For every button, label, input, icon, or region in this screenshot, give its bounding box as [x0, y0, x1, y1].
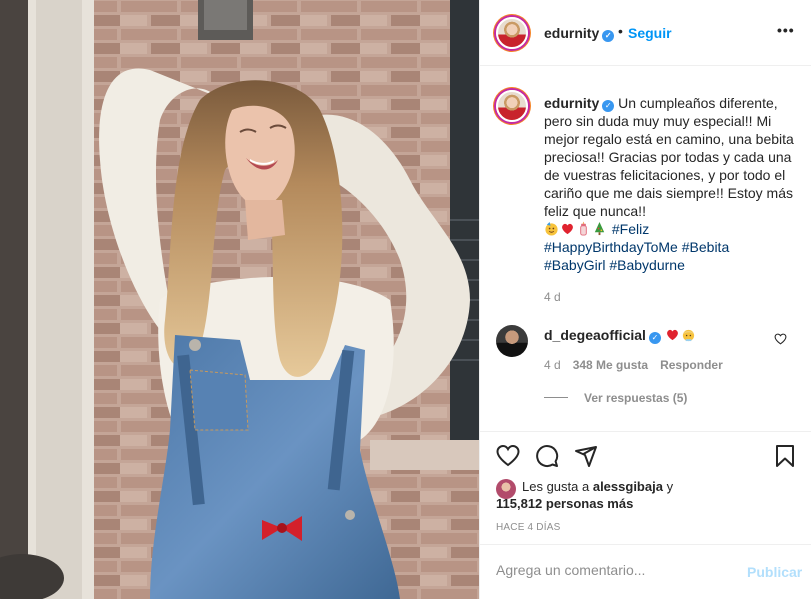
comment-like-heart-icon[interactable] — [774, 333, 787, 345]
verified-icon: ✓ — [602, 30, 615, 42]
caption-avatar[interactable] — [496, 90, 528, 122]
view-replies-button[interactable]: Ver respuestas (5) — [544, 391, 687, 405]
comment-input[interactable] — [496, 562, 726, 578]
likes-connector: y — [666, 479, 674, 494]
comment-icon[interactable] — [535, 444, 559, 468]
publish-button[interactable]: Publicar — [747, 564, 802, 580]
bookmark-icon[interactable] — [774, 444, 796, 468]
red-heart-icon — [562, 223, 573, 235]
post-header: edurnity ✓ • Seguir ••• — [480, 0, 811, 66]
author-username-text[interactable]: edurnity — [544, 25, 599, 41]
view-replies-label[interactable]: Ver respuestas (5) — [584, 391, 687, 405]
replies-divider — [544, 397, 568, 398]
likes-others-count[interactable]: 115,812 personas más — [496, 495, 633, 513]
partying-face-icon — [545, 221, 558, 236]
heart-icon[interactable] — [496, 444, 520, 468]
hashtag-bebita[interactable]: #Bebita — [682, 239, 729, 255]
hashtag-babygirl[interactable]: #BabyGirl — [544, 257, 605, 273]
comment-likes-count[interactable]: 348 Me gusta — [573, 358, 648, 372]
commenter-avatar[interactable] — [496, 325, 528, 357]
likes-prefix: Les gusta a — [522, 479, 590, 494]
post-date[interactable]: HACE 4 DÍAS — [496, 522, 560, 533]
caption-time-ago[interactable]: 4 d — [544, 290, 561, 304]
reply-button[interactable]: Responder — [660, 358, 723, 372]
post-image — [0, 0, 479, 599]
verified-icon: ✓ — [648, 332, 661, 344]
baby-bottle-icon — [580, 221, 587, 236]
hashtag-babydurne[interactable]: #Babydurne — [609, 257, 685, 273]
red-heart-icon — [666, 329, 678, 341]
share-icon[interactable] — [574, 444, 598, 468]
action-icons-bar — [496, 444, 796, 470]
caption-username[interactable]: edurnity — [544, 95, 599, 111]
post-side-panel: edurnity ✓ • Seguir ••• edurnity ✓ Un cump… — [479, 0, 811, 599]
add-comment-section: Publicar — [480, 544, 811, 599]
post-photo[interactable] — [0, 0, 479, 599]
hashtag-feliz[interactable]: #Feliz — [612, 221, 649, 237]
header-separator: • — [618, 23, 623, 39]
caption-text: edurnity ✓ Un cumpleaños diferente, pero … — [544, 94, 806, 274]
author-username[interactable]: edurnity ✓ — [544, 25, 615, 42]
caption-body: Un cumpleaños diferente, pero sin duda m… — [544, 95, 794, 219]
christmas-tree-icon — [594, 221, 605, 236]
comment-text: d_degeaofficial ✓ — [544, 327, 697, 344]
liker-username[interactable]: alessgibaja — [593, 479, 663, 494]
post-actions-section: Les gusta a alessgibaja y 115,812 person… — [480, 431, 811, 599]
author-avatar[interactable] — [496, 17, 528, 49]
hashtag-happybirthdaytome[interactable]: #HappyBirthdayToMe — [544, 239, 678, 255]
blond-baby-icon — [682, 329, 694, 342]
commenter-username[interactable]: d_degeaofficial — [544, 327, 646, 343]
more-icon[interactable]: ••• — [777, 22, 795, 38]
comment-meta: 4 d 348 Me gusta Responder — [544, 358, 735, 372]
comment-time-ago[interactable]: 4 d — [544, 358, 561, 372]
likes-line-1: Les gusta a alessgibaja y — [522, 478, 673, 496]
verified-icon: ✓ — [602, 100, 615, 112]
follow-button[interactable]: Seguir — [628, 25, 672, 41]
